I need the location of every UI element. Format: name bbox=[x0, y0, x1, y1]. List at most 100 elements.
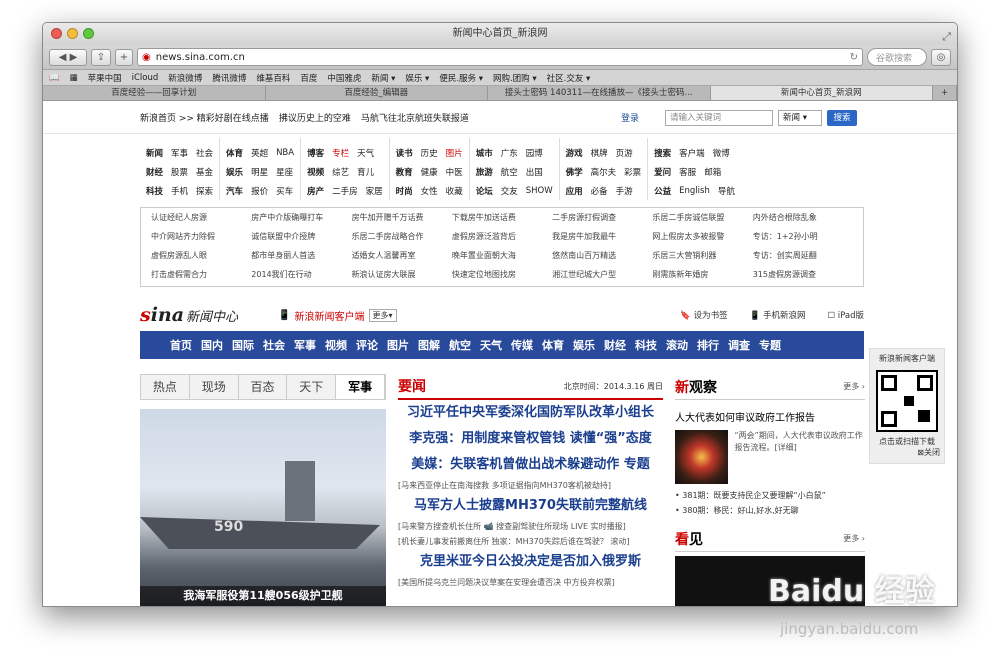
reload-icon[interactable]: ↻ bbox=[850, 52, 858, 63]
directory-link[interactable]: 历史 bbox=[421, 147, 438, 159]
directory-link[interactable]: 社会 bbox=[196, 147, 213, 159]
directory-link[interactable]: 读书 bbox=[396, 147, 413, 159]
directory-link[interactable]: 时尚 bbox=[396, 185, 413, 197]
ad-link[interactable]: 内外结合根除乱象 bbox=[753, 212, 853, 225]
directory-link[interactable]: 航空 bbox=[501, 166, 518, 178]
back-forward-buttons[interactable]: ◀ ▶ bbox=[49, 48, 87, 66]
directory-link[interactable]: 交友 bbox=[501, 185, 518, 197]
directory-link[interactable]: 星座 bbox=[276, 166, 293, 178]
observation-list-item[interactable]: • 381期：既要支持民企又要理解“小白鼠” bbox=[675, 490, 865, 501]
directory-link[interactable]: NBA bbox=[276, 148, 294, 158]
observation-headline[interactable]: 人大代表如何审议政府工作报告 bbox=[675, 409, 865, 424]
ad-link[interactable]: 网上假房太多被报警 bbox=[652, 231, 752, 244]
zoom-icon[interactable] bbox=[83, 28, 94, 39]
ad-link[interactable]: 诚信联盟中介授牌 bbox=[251, 231, 351, 244]
search-category-select[interactable]: 新闻 ▾ bbox=[778, 110, 822, 126]
ipad-link[interactable]: ☐ iPad版 bbox=[827, 309, 864, 321]
directory-link[interactable]: 综艺 bbox=[332, 166, 349, 178]
nav-item[interactable]: 体育 bbox=[542, 337, 564, 353]
observation-more-link[interactable]: 更多 › bbox=[843, 381, 865, 392]
top-link[interactable]: 新浪首页 >> 精彩好剧在线点播 bbox=[140, 111, 269, 124]
ad-link[interactable]: 新浪认证房大联展 bbox=[352, 269, 452, 282]
directory-link[interactable]: 体育 bbox=[226, 147, 243, 159]
close-icon[interactable] bbox=[51, 28, 62, 39]
sina-logo[interactable]: sina bbox=[140, 304, 184, 326]
ad-link[interactable]: 中介网站齐力除假 bbox=[151, 231, 251, 244]
client-link[interactable]: 📱 新浪新闻客户端 bbox=[278, 308, 364, 323]
address-bar[interactable]: ◉ news.sina.com.cn ↻ bbox=[137, 48, 863, 66]
bookmark-item[interactable]: iCloud bbox=[132, 73, 159, 83]
directory-link[interactable]: 报价 bbox=[251, 185, 268, 197]
bookmark-item[interactable]: 娱乐 ▾ bbox=[405, 72, 429, 84]
top-link[interactable]: 马航飞往北京航班失联报道 bbox=[361, 111, 469, 124]
browser-tab[interactable]: 接头士密码 140311—在线播放—《接头士密码... bbox=[488, 86, 711, 100]
headline-link[interactable]: 习近平任中央军委深化国防军队改革小组长 bbox=[398, 400, 663, 426]
directory-link[interactable]: 棋牌 bbox=[591, 147, 608, 159]
directory-link[interactable]: 家居 bbox=[366, 185, 383, 197]
nav-item[interactable]: 科技 bbox=[635, 337, 657, 353]
sub-links[interactable]: [机长妻儿事发前搬离住所 独家：MH370失踪后谁在驾驶？ 滚动] bbox=[398, 534, 663, 549]
directory-link[interactable]: 微博 bbox=[713, 147, 730, 159]
nav-item[interactable]: 财经 bbox=[604, 337, 626, 353]
login-link[interactable]: 登录 bbox=[621, 111, 639, 124]
bookmark-item[interactable]: 新浪微博 bbox=[168, 72, 202, 84]
share-icon[interactable]: ⇪ bbox=[91, 48, 111, 66]
directory-link[interactable]: 佛学 bbox=[566, 166, 583, 178]
directory-link[interactable]: 图片 bbox=[446, 147, 463, 159]
directory-link[interactable]: 中医 bbox=[446, 166, 463, 178]
headline-link[interactable]: 美媒：失联客机曾做出战术躲避动作 专题 bbox=[398, 452, 663, 478]
directory-link[interactable]: 二手房 bbox=[332, 185, 358, 197]
nav-item[interactable]: 视频 bbox=[325, 337, 347, 353]
directory-link[interactable]: 邮箱 bbox=[704, 166, 721, 178]
directory-link[interactable]: 科技 bbox=[146, 185, 163, 197]
directory-link[interactable]: 视频 bbox=[307, 166, 324, 178]
directory-link[interactable]: 娱乐 bbox=[226, 166, 243, 178]
bookmark-item[interactable]: 百度 bbox=[300, 72, 317, 84]
search-button[interactable]: 搜索 bbox=[827, 110, 857, 126]
directory-link[interactable]: 博客 bbox=[307, 147, 324, 159]
nav-item[interactable]: 图片 bbox=[387, 337, 409, 353]
search-field[interactable]: 谷歌搜索 bbox=[867, 48, 927, 66]
directory-link[interactable]: 收藏 bbox=[446, 185, 463, 197]
bookmark-item[interactable]: 维基百科 bbox=[256, 72, 290, 84]
ad-link[interactable]: 快速定位地图找房 bbox=[452, 269, 552, 282]
directory-link[interactable]: 财经 bbox=[146, 166, 163, 178]
directory-link[interactable]: 手游 bbox=[616, 185, 633, 197]
ad-link[interactable]: 315虚假房源调查 bbox=[753, 269, 853, 282]
headline-link[interactable]: 马军方人士披露MH370失联前完整航线 bbox=[398, 493, 663, 519]
nav-item[interactable]: 首页 bbox=[170, 337, 192, 353]
browser-tab[interactable]: 新闻中心首页_新浪网 bbox=[710, 86, 933, 100]
photo-caption[interactable]: 我海军服役第11艘056级护卫舰 bbox=[140, 586, 386, 606]
nav-item[interactable]: 社会 bbox=[263, 337, 285, 353]
qr-close[interactable]: ⊠关闭 bbox=[870, 447, 944, 458]
top-link[interactable]: 拂议历史上的空难 bbox=[279, 111, 351, 124]
nav-item[interactable]: 图解 bbox=[418, 337, 440, 353]
ad-link[interactable]: 房牛加开赠千万话费 bbox=[352, 212, 452, 225]
directory-link[interactable]: 客户端 bbox=[679, 147, 705, 159]
directory-link[interactable]: 广东 bbox=[501, 147, 518, 159]
photo-tab[interactable]: 天下 bbox=[287, 375, 337, 399]
directory-link[interactable]: 高尔夫 bbox=[591, 166, 617, 178]
directory-link[interactable]: 汽车 bbox=[226, 185, 243, 197]
nav-item[interactable]: 国际 bbox=[232, 337, 254, 353]
mobile-link[interactable]: 📱 手机新浪网 bbox=[750, 309, 806, 321]
directory-link[interactable]: 必备 bbox=[591, 185, 608, 197]
ad-link[interactable]: 我是房牛加我最牛 bbox=[552, 231, 652, 244]
see-more-link[interactable]: 更多 › bbox=[843, 533, 865, 544]
directory-link[interactable]: 探索 bbox=[196, 185, 213, 197]
directory-link[interactable]: 买车 bbox=[276, 185, 293, 197]
browser-tab[interactable]: 百度经验_编辑器 bbox=[266, 86, 488, 100]
ad-link[interactable]: 刚需族新年婚房 bbox=[652, 269, 752, 282]
photo-tab[interactable]: 百态 bbox=[239, 375, 288, 399]
directory-link[interactable]: 天气 bbox=[357, 147, 374, 159]
nav-item[interactable]: 军事 bbox=[294, 337, 316, 353]
photo-tab[interactable]: 热点 bbox=[141, 375, 190, 399]
directory-link[interactable]: 搜索 bbox=[654, 147, 671, 159]
nav-item[interactable]: 天气 bbox=[480, 337, 502, 353]
directory-link[interactable]: SHOW bbox=[526, 186, 553, 196]
nav-item[interactable]: 航空 bbox=[449, 337, 471, 353]
directory-link[interactable]: 股票 bbox=[171, 166, 188, 178]
bookmark-item[interactable]: 便民.服务 ▾ bbox=[439, 72, 483, 84]
directory-link[interactable]: 应用 bbox=[566, 185, 583, 197]
observation-list-item[interactable]: • 380期：移民：好山,好水,好无聊 bbox=[675, 505, 865, 516]
